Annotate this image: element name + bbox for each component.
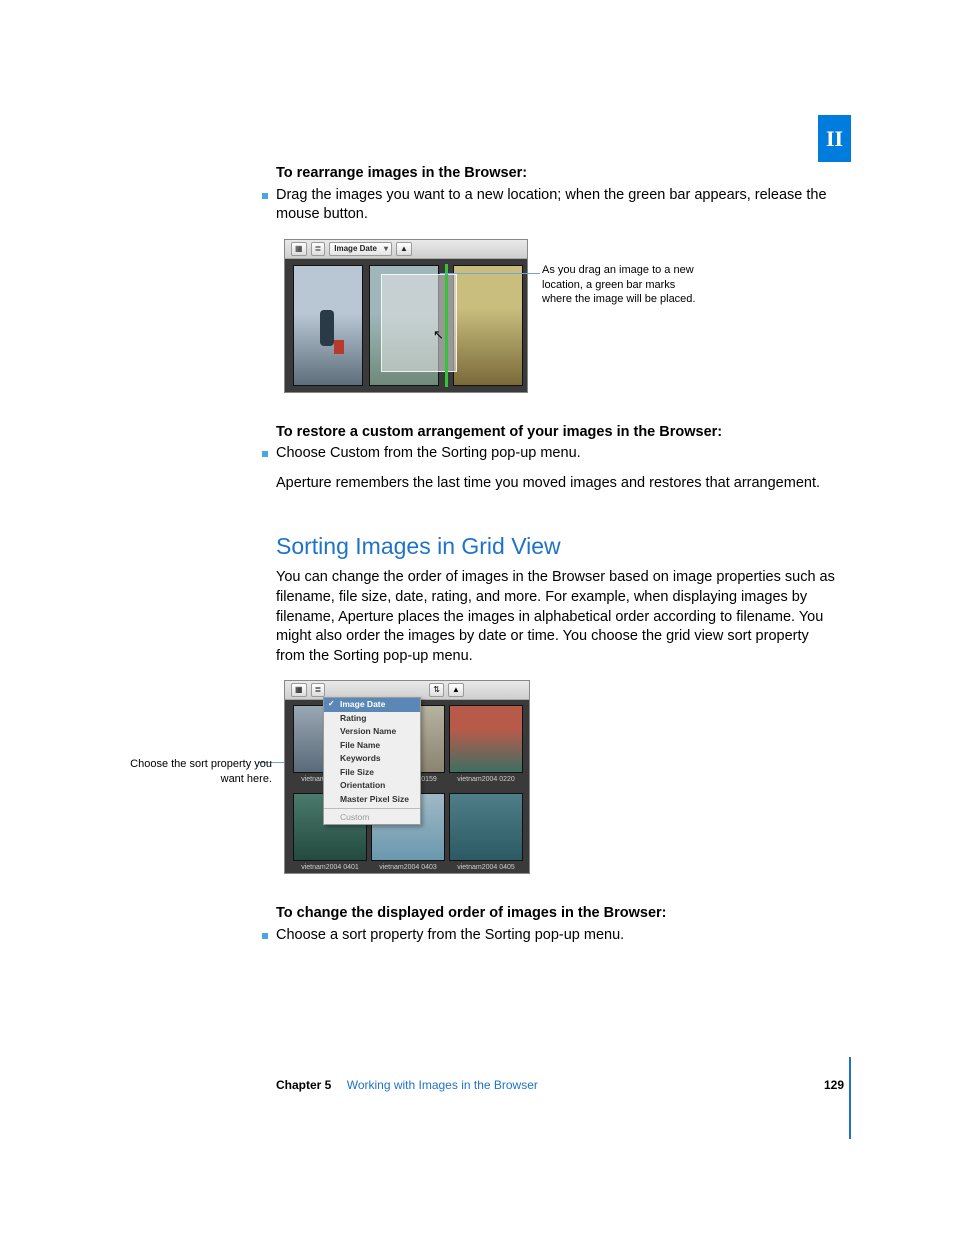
thumbnail-label: vietnam2004 0405 <box>450 863 522 872</box>
menu-item-master-pixel[interactable]: Master Pixel Size <box>324 793 420 806</box>
figure-drag-reorder: ▦ ≣ Image Date ▲ ↖ As you drag an image … <box>276 239 836 399</box>
restore-after: Aperture remembers the last time you mov… <box>276 474 836 494</box>
sorting-popup[interactable]: Image Date <box>329 242 392 256</box>
thumbnail[interactable]: vietnam2004 0220 <box>449 705 523 773</box>
change-order-lead: To change the displayed order of images … <box>276 904 836 924</box>
menu-item-orientation[interactable]: Orientation <box>324 779 420 792</box>
section-intro: You can change the order of images in th… <box>276 568 836 666</box>
browser-panel: ▦ ≣ Image Date ▲ ↖ <box>284 239 528 393</box>
thumbnail-label: vietnam2004 0401 <box>294 863 366 872</box>
menu-item-image-date[interactable]: Image Date <box>324 698 420 711</box>
bullet-icon <box>262 193 268 199</box>
menu-item-file-size[interactable]: File Size <box>324 766 420 779</box>
change-order-bullet-text: Choose a sort property from the Sorting … <box>276 926 624 946</box>
footer-title: Working with Images in the Browser <box>347 1078 538 1092</box>
change-order-bullet: Choose a sort property from the Sorting … <box>276 926 836 946</box>
restore-lead: To restore a custom arrangement of your … <box>276 423 836 443</box>
menu-item-custom[interactable]: Custom <box>324 811 420 824</box>
section-heading: Sorting Images in Grid View <box>276 531 836 562</box>
browser-toolbar: ▦ ≣ Image Date ▲ <box>285 240 527 259</box>
sorting-popup-open[interactable]: Image Date Rating Version Name File Name… <box>323 697 421 825</box>
menu-item-file-name[interactable]: File Name <box>324 739 420 752</box>
cursor-icon: ↖ <box>433 326 444 344</box>
list-view-button[interactable]: ≣ <box>311 242 326 256</box>
menu-item-keywords[interactable]: Keywords <box>324 752 420 765</box>
list-view-button[interactable]: ≣ <box>311 683 326 697</box>
footer-chapter: Chapter 5 <box>276 1078 331 1092</box>
page-body: To rearrange images in the Browser: Drag… <box>276 164 836 947</box>
menu-separator <box>324 808 420 809</box>
menu-item-rating[interactable]: Rating <box>324 712 420 725</box>
rearrange-lead: To rearrange images in the Browser: <box>276 164 836 184</box>
thumbnail-label: vietnam2004 0220 <box>450 775 522 784</box>
menu-item-version-name[interactable]: Version Name <box>324 725 420 738</box>
figure-sort-menu: ▦ ≣ ⇅ ▲ vietnam2004 0157 vietnam2004 015… <box>276 680 836 880</box>
thumbnail[interactable] <box>453 265 523 386</box>
sort-direction-button[interactable]: ▲ <box>396 242 412 256</box>
rearrange-bullet: Drag the images you want to a new locati… <box>276 186 836 225</box>
bullet-icon <box>262 451 268 457</box>
thumbnail[interactable]: vietnam2004 0405 <box>449 793 523 861</box>
insertion-bar <box>445 264 448 387</box>
footer-rule <box>849 1057 851 1139</box>
bullet-icon <box>262 933 268 939</box>
callout-leader <box>440 273 540 274</box>
figure2-callout: Choose the sort property you want here. <box>126 757 272 787</box>
page-footer: Chapter 5 Working with Images in the Bro… <box>276 1077 844 1093</box>
restore-bullet-text: Choose Custom from the Sorting pop-up me… <box>276 444 581 464</box>
figure1-callout: As you drag an image to a new location, … <box>542 263 702 308</box>
sort-direction-button[interactable]: ▲ <box>448 683 464 697</box>
page-number: 129 <box>824 1077 844 1093</box>
thumbnail-label: vietnam2004 0403 <box>372 863 444 872</box>
grid-view-button[interactable]: ▦ <box>291 242 307 256</box>
sort-stepper[interactable]: ⇅ <box>429 683 444 697</box>
part-tab: II <box>818 115 851 162</box>
thumbnail[interactable] <box>293 265 363 386</box>
restore-bullet: Choose Custom from the Sorting pop-up me… <box>276 444 836 464</box>
browser-panel-grid: ▦ ≣ ⇅ ▲ vietnam2004 0157 vietnam2004 015… <box>284 680 530 874</box>
grid-view-button[interactable]: ▦ <box>291 683 307 697</box>
rearrange-bullet-text: Drag the images you want to a new locati… <box>276 186 836 225</box>
